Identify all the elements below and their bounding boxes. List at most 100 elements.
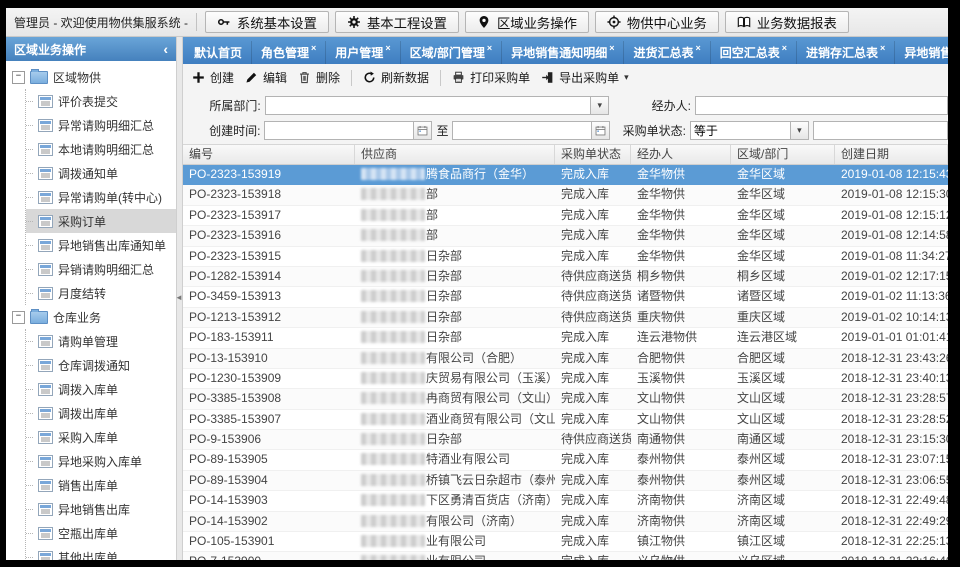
menu-button-1[interactable]: 系统基本设置 xyxy=(205,11,329,33)
tab-1[interactable]: 默认首页 xyxy=(185,41,252,64)
table-row[interactable]: PO-105-153901业有限公司完成入库镇江物供镇江区域2018-12-31… xyxy=(183,532,948,552)
calendar-icon[interactable] xyxy=(413,121,432,140)
collapse-sidebar-button[interactable]: ‹ xyxy=(163,42,168,56)
expander-icon[interactable]: − xyxy=(12,311,25,324)
menu-button-3[interactable]: 区域业务操作 xyxy=(465,11,589,33)
tree-connector xyxy=(26,197,33,198)
tree-item[interactable]: 本地请购明细汇总 xyxy=(26,137,176,161)
table-row[interactable]: PO-89-153905特酒业有限公司完成入库泰州物供泰州区域2018-12-3… xyxy=(183,450,948,470)
tab-close-icon[interactable]: × xyxy=(609,43,614,53)
calendar-icon[interactable] xyxy=(591,121,610,140)
column-header[interactable]: 编号 xyxy=(183,145,355,164)
status-operator-input[interactable] xyxy=(690,121,790,140)
table-row[interactable]: PO-13-153910有限公司（合肥）完成入库合肥物供合肥区域2018-12-… xyxy=(183,349,948,369)
tab-5[interactable]: 异地销售通知明细× xyxy=(502,41,624,64)
tab-close-icon[interactable]: × xyxy=(880,43,885,53)
table-row[interactable]: PO-183-153911日杂部完成入库连云港物供连云港区域2019-01-01… xyxy=(183,328,948,348)
tree-item[interactable]: 调拨入库单 xyxy=(26,377,176,401)
table-row[interactable]: PO-1282-153914日杂部待供应商送货桐乡物供桐乡区域2019-01-0… xyxy=(183,267,948,287)
table-row[interactable]: PO-7-153900业有限公司完成入库义乌物供义乌区域2018-12-31 2… xyxy=(183,552,948,560)
filter-panel: 所属部门: ▾ 经办人: 创建时间: 至 xyxy=(183,91,948,145)
status-operator-select[interactable]: ▾ xyxy=(690,121,809,140)
chevron-down-icon[interactable]: ▾ xyxy=(790,121,809,140)
toolbar-button-4[interactable]: 刷新数据 xyxy=(363,69,429,86)
tab-8[interactable]: 进销存汇总表× xyxy=(797,41,895,64)
toolbar-button-6[interactable]: 导出采购单▾ xyxy=(541,69,629,86)
tree-folder[interactable]: −仓库业务 xyxy=(12,305,176,329)
tree-item[interactable]: 月度结转 xyxy=(26,281,176,305)
column-header[interactable]: 区域/部门 xyxy=(731,145,835,164)
table-row[interactable]: PO-2323-153917部完成入库金华物供金华区域2019-01-08 12… xyxy=(183,206,948,226)
table-row[interactable]: PO-3459-153913日杂部待供应商送货诸暨物供诸暨区域2019-01-0… xyxy=(183,287,948,307)
tree-item[interactable]: 评价表提交 xyxy=(26,89,176,113)
tree-item[interactable]: 异地采购入库单 xyxy=(26,449,176,473)
tree-item[interactable]: 异常请购单(转中心) xyxy=(26,185,176,209)
tree-item[interactable]: 异地销售出库通知单 xyxy=(26,233,176,257)
column-header[interactable]: 供应商 xyxy=(355,145,555,164)
splitter-collapse-icon[interactable]: ◄ xyxy=(175,293,183,302)
toolbar-button-1[interactable]: 创建 xyxy=(192,69,234,86)
table-row[interactable]: PO-2323-153919腾食品商行（金华）完成入库金华物供金华区域2019-… xyxy=(183,165,948,185)
table-row[interactable]: PO-14-153902有限公司（济南）完成入库济南物供济南区域2018-12-… xyxy=(183,512,948,532)
tree-item[interactable]: 请购单管理 xyxy=(26,329,176,353)
table-row[interactable]: PO-2323-153916部完成入库金华物供金华区域2019-01-08 12… xyxy=(183,226,948,246)
tree-connector xyxy=(26,509,33,510)
toolbar-button-5[interactable]: 打印采购单 xyxy=(452,69,530,86)
department-select[interactable]: ▾ xyxy=(265,96,610,115)
toolbar-button-2[interactable]: 编辑 xyxy=(245,69,287,86)
column-header[interactable]: 采购单状态 xyxy=(555,145,631,164)
table-row[interactable]: PO-2323-153915日杂部完成入库金华物供金华区域2019-01-08 … xyxy=(183,247,948,267)
tree-item[interactable]: 调拨通知单 xyxy=(26,161,176,185)
tree-item[interactable]: 调拨出库单 xyxy=(26,401,176,425)
menu-button-5[interactable]: 业务数据报表 xyxy=(725,11,849,33)
table-row[interactable]: PO-14-153903下区勇清百货店（济南）完成入库济南物供济南区域2018-… xyxy=(183,491,948,511)
expander-icon[interactable]: − xyxy=(12,71,25,84)
tree-item[interactable]: 异地销售出库 xyxy=(26,497,176,521)
tree-item[interactable]: 仓库调拨通知 xyxy=(26,353,176,377)
tab-close-icon[interactable]: × xyxy=(487,43,492,53)
status-cell: 完成入库 xyxy=(555,410,631,429)
folder-icon xyxy=(30,311,48,324)
department-input[interactable] xyxy=(265,96,591,115)
date-from-field[interactable] xyxy=(264,121,432,140)
tab-2[interactable]: 角色管理× xyxy=(252,41,326,64)
tree-folder[interactable]: −区域物供 xyxy=(12,65,176,89)
toolbar-button-3[interactable]: 删除 xyxy=(298,69,340,86)
tab-close-icon[interactable]: × xyxy=(695,43,700,53)
handler-input[interactable] xyxy=(695,96,948,115)
tab-close-icon[interactable]: × xyxy=(385,43,390,53)
date-from-input[interactable] xyxy=(264,121,413,140)
tree-item[interactable]: 空瓶出库单 xyxy=(26,521,176,545)
sidebar-splitter[interactable]: ◄ xyxy=(177,37,183,560)
table-row[interactable]: PO-1230-153909庆贸易有限公司（玉溪）完成入库玉溪物供玉溪区域201… xyxy=(183,369,948,389)
table-row[interactable]: PO-2323-153918部完成入库金华物供金华区域2019-01-08 12… xyxy=(183,185,948,205)
tree-item[interactable]: 采购订单 xyxy=(26,209,176,233)
column-header[interactable]: 经办人 xyxy=(631,145,731,164)
date-to-field[interactable] xyxy=(452,121,610,140)
status-value-input[interactable] xyxy=(813,121,948,140)
tab-4[interactable]: 区域/部门管理× xyxy=(401,41,503,64)
date-to-input[interactable] xyxy=(452,121,591,140)
table-row[interactable]: PO-3385-153907酒业商贸有限公司（文山）完成入库文山物供文山区域20… xyxy=(183,410,948,430)
table-row[interactable]: PO-1213-153912日杂部待供应商送货重庆物供重庆区域2019-01-0… xyxy=(183,308,948,328)
tree-item[interactable]: 销售出库单 xyxy=(26,473,176,497)
tab-9[interactable]: 异地销售调整明细× xyxy=(895,41,948,64)
tab-close-icon[interactable]: × xyxy=(311,43,316,53)
app-window: 管理员 - 欢迎使用物供集服系统 - 系统基本设置基本工程设置区域业务操作物供中… xyxy=(6,8,948,560)
menu-button-2[interactable]: 基本工程设置 xyxy=(335,11,459,33)
tree-item[interactable]: 异常请购明细汇总 xyxy=(26,113,176,137)
tab-3[interactable]: 用户管理× xyxy=(326,41,400,64)
table-row[interactable]: PO-9-153906日杂部待供应商送货南通物供南通区域2018-12-31 2… xyxy=(183,430,948,450)
tree-item[interactable]: 采购入库单 xyxy=(26,425,176,449)
table-row[interactable]: PO-89-153904桥镇飞云日杂超市（泰州）完成入库泰州物供泰州区域2018… xyxy=(183,471,948,491)
tab-7[interactable]: 回空汇总表× xyxy=(711,41,797,64)
table-row[interactable]: PO-3385-153908冉商贸有限公司（文山）完成入库文山物供文山区域201… xyxy=(183,389,948,409)
tab-close-icon[interactable]: × xyxy=(782,43,787,53)
tab-6[interactable]: 进货汇总表× xyxy=(624,41,710,64)
agent-cell: 金华物供 xyxy=(631,185,731,204)
tree-item[interactable]: 异销请购明细汇总 xyxy=(26,257,176,281)
tree-item[interactable]: 其他出库单 xyxy=(26,545,176,560)
column-header[interactable]: 创建日期 xyxy=(835,145,948,164)
chevron-down-icon[interactable]: ▾ xyxy=(590,96,609,115)
menu-button-4[interactable]: 物供中心业务 xyxy=(595,11,719,33)
